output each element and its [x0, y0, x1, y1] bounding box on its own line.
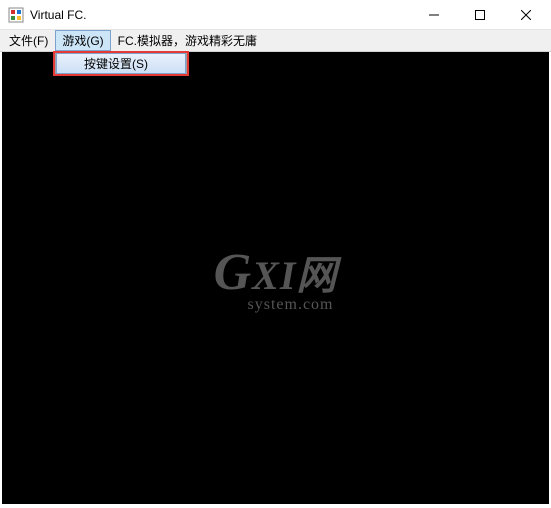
- close-button[interactable]: [503, 0, 549, 29]
- menu-label: 文件(F): [9, 32, 48, 49]
- dropdown-item-label: 按键设置(S): [84, 55, 148, 72]
- maximize-button[interactable]: [457, 0, 503, 29]
- titlebar: Virtual FC.: [0, 0, 551, 30]
- watermark-main: GXI网: [214, 243, 338, 302]
- menu-emulator-info[interactable]: FC.模拟器，游戏精彩无庸: [111, 30, 264, 51]
- watermark-sub: system.com: [244, 296, 338, 314]
- menu-game[interactable]: 游戏(G): [55, 30, 110, 51]
- menu-label: FC.模拟器，游戏精彩无庸: [118, 32, 257, 49]
- menu-file[interactable]: 文件(F): [2, 30, 55, 51]
- window-controls: [411, 0, 549, 29]
- watermark-g: G: [214, 244, 253, 301]
- menu-label: 游戏(G): [62, 32, 103, 49]
- app-icon: [8, 7, 24, 23]
- watermark-rest: XI网: [252, 253, 337, 298]
- window-title: Virtual FC.: [30, 8, 411, 22]
- dropdown-item-key-settings[interactable]: 按键设置(S): [56, 53, 186, 74]
- content-area: GXI网 system.com: [2, 52, 549, 504]
- dropdown-menu: 按键设置(S): [55, 52, 187, 75]
- menubar: 文件(F) 游戏(G) FC.模拟器，游戏精彩无庸: [0, 30, 551, 52]
- watermark: GXI网 system.com: [214, 243, 338, 314]
- minimize-button[interactable]: [411, 0, 457, 29]
